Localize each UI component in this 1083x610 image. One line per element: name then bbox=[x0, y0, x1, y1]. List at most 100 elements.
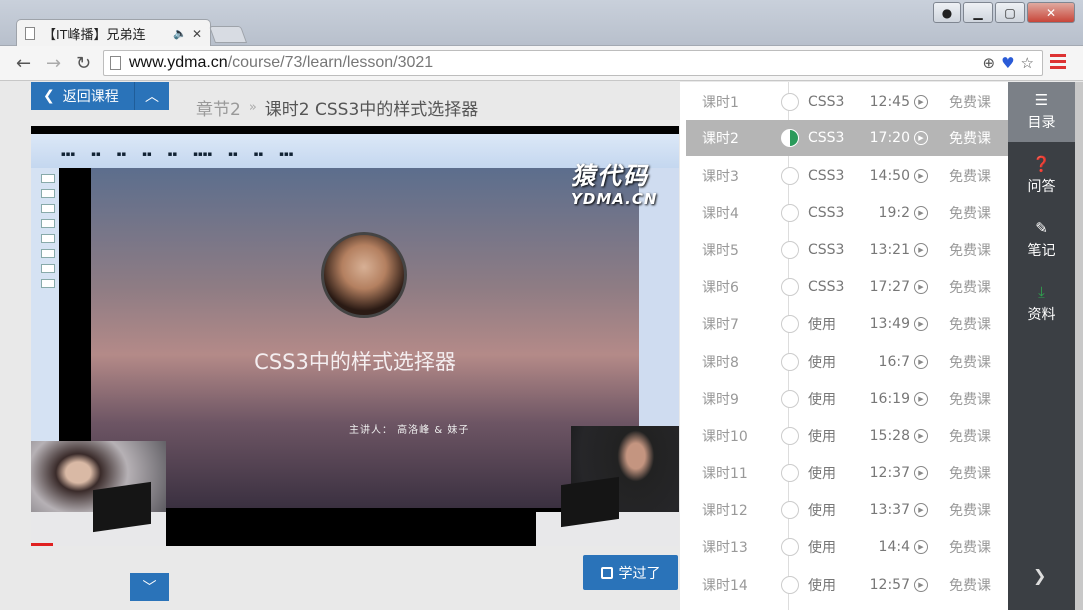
lesson-row[interactable]: 课时4 CSS3 19:2 ▶ 免费课 bbox=[686, 195, 1008, 231]
lesson-number: 课时3 bbox=[702, 169, 739, 185]
shield-icon[interactable]: ♥ bbox=[1001, 54, 1014, 72]
lesson-free-badge: 免费课 bbox=[949, 466, 991, 482]
slide-subtitle: 主讲人： 高洛峰 & 妹子 bbox=[349, 425, 470, 436]
video-progress-bar[interactable] bbox=[31, 543, 53, 546]
lesson-duration: 13:49 bbox=[869, 316, 910, 332]
side-nav-materials[interactable]: ⤓ 资料 bbox=[1008, 274, 1075, 334]
play-icon[interactable]: ▶ bbox=[914, 280, 928, 294]
lesson-row[interactable]: 课时12 使用 13:37 ▶ 免费课 bbox=[686, 492, 1008, 528]
watermark-domain: YDMA.CN bbox=[571, 190, 658, 208]
lesson-tag: CSS3 bbox=[808, 94, 845, 110]
lesson-row[interactable]: 课时10 使用 15:28 ▶ 免费课 bbox=[686, 418, 1008, 454]
lesson-duration: 16:7 bbox=[878, 354, 910, 370]
watermark-logo: 猿代码 bbox=[571, 162, 649, 190]
lesson-row[interactable]: 课时8 使用 16:7 ▶ 免费课 bbox=[686, 344, 1008, 380]
video-player[interactable]: ▪▪▪ ▪▪ ▪▪ ▪▪ ▪▪ ▪▪▪▪ ▪▪ ▪▪ ▪▪▪ 猿代码 YDMA.CN CSS3中… bbox=[31, 126, 679, 546]
close-window-button[interactable]: ✕ bbox=[1027, 2, 1075, 23]
lesson-duration: 17:27 bbox=[869, 279, 910, 295]
browser-titlebar: 【IT峰播】兄弟连 🔈 ✕ ● ▁ ▢ ✕ bbox=[0, 0, 1083, 47]
lesson-row[interactable]: 课时14 使用 12:57 ▶ 免费课 bbox=[686, 567, 1008, 603]
lesson-status-icon bbox=[781, 390, 799, 408]
side-nav-qa[interactable]: ❓ 问答 bbox=[1008, 146, 1075, 206]
side-nav-catalog[interactable]: ☰ 目录 bbox=[1008, 82, 1075, 142]
lesson-status-icon bbox=[781, 241, 799, 259]
collapse-up-button[interactable]: ︿ bbox=[134, 82, 169, 110]
play-icon[interactable]: ▶ bbox=[914, 540, 928, 554]
lesson-duration: 13:37 bbox=[869, 502, 910, 518]
minimize-button[interactable]: ▁ bbox=[963, 2, 993, 23]
back-to-course-button[interactable]: ❮ 返回课程 bbox=[31, 82, 134, 110]
chevron-right-icon[interactable]: ❯ bbox=[1033, 566, 1046, 585]
lesson-row[interactable]: 课时9 使用 16:19 ▶ 免费课 bbox=[686, 381, 1008, 417]
browser-tab[interactable]: 【IT峰播】兄弟连 🔈 ✕ bbox=[16, 19, 211, 47]
question-icon: ❓ bbox=[1032, 155, 1051, 173]
address-bar[interactable]: www.ydma.cn /course/73/learn/lesson/3021… bbox=[103, 50, 1043, 76]
play-icon[interactable]: ▶ bbox=[914, 243, 928, 257]
chevron-up-icon: ︿ bbox=[145, 89, 159, 105]
checkbox-icon bbox=[600, 566, 613, 579]
back-arrow-icon[interactable]: ← bbox=[16, 53, 31, 74]
expand-down-button[interactable]: ﹀ bbox=[130, 573, 169, 601]
lesson-number: 课时2 bbox=[702, 131, 739, 147]
play-icon[interactable]: ▶ bbox=[914, 503, 928, 517]
lesson-status-icon bbox=[781, 353, 799, 371]
lesson-tag: CSS3 bbox=[808, 205, 845, 221]
play-icon[interactable]: ▶ bbox=[914, 466, 928, 480]
page-info-icon[interactable] bbox=[110, 56, 121, 70]
lesson-free-badge: 免费课 bbox=[949, 429, 991, 445]
play-icon[interactable]: ▶ bbox=[914, 578, 928, 592]
lesson-number: 课时4 bbox=[702, 206, 739, 222]
page-scrollbar[interactable] bbox=[1075, 82, 1083, 610]
edit-icon: ✎ bbox=[1035, 219, 1048, 237]
user-icon[interactable]: ● bbox=[933, 2, 961, 23]
play-icon[interactable]: ▶ bbox=[914, 169, 928, 183]
window-controls: ● ▁ ▢ ✕ bbox=[933, 2, 1075, 23]
lesson-duration: 12:45 bbox=[869, 94, 910, 110]
download-icon: ⤓ bbox=[1038, 283, 1045, 301]
lesson-status-icon bbox=[781, 315, 799, 333]
lesson-row[interactable]: 课时13 使用 14:4 ▶ 免费课 bbox=[686, 529, 1008, 565]
laptop-left bbox=[93, 481, 151, 533]
lesson-number: 课时10 bbox=[702, 429, 748, 445]
lesson-row[interactable]: 课时5 CSS3 13:21 ▶ 免费课 bbox=[686, 232, 1008, 268]
lesson-free-badge: 免费课 bbox=[949, 95, 991, 111]
lesson-row[interactable]: 课时3 CSS3 14:50 ▶ 免费课 bbox=[686, 158, 1008, 194]
mark-learned-button[interactable]: 学过了 bbox=[583, 555, 678, 590]
breadcrumb: 章节2 » 课时2 CSS3中的样式选择器 bbox=[196, 95, 478, 120]
play-icon[interactable]: ▶ bbox=[914, 95, 928, 109]
side-nav-notes[interactable]: ✎ 笔记 bbox=[1008, 210, 1075, 270]
breadcrumb-chapter[interactable]: 章节2 bbox=[196, 95, 241, 120]
lesson-row[interactable]: 课时2 CSS3 17:20 ▶ 免费课 bbox=[686, 120, 1008, 156]
play-icon[interactable]: ▶ bbox=[914, 355, 928, 369]
play-icon[interactable]: ▶ bbox=[914, 429, 928, 443]
maximize-button[interactable]: ▢ bbox=[995, 2, 1025, 23]
play-icon[interactable]: ▶ bbox=[914, 206, 928, 220]
new-tab-button[interactable] bbox=[208, 26, 248, 43]
play-icon[interactable]: ▶ bbox=[914, 317, 928, 331]
breadcrumb-separator: » bbox=[248, 100, 257, 115]
lesson-row[interactable]: 课时6 CSS3 17:27 ▶ 免费课 bbox=[686, 269, 1008, 305]
lesson-status-icon bbox=[781, 204, 799, 222]
lesson-tag: CSS3 bbox=[808, 242, 845, 258]
play-icon[interactable]: ▶ bbox=[914, 392, 928, 406]
lesson-row[interactable]: 课时1 CSS3 12:45 ▶ 免费课 bbox=[686, 84, 1008, 120]
tab-close-icon[interactable]: ✕ bbox=[192, 27, 202, 41]
lesson-list: 课时1 CSS3 12:45 ▶ 免费课 课时2 CSS3 17:20 ▶ 免费课 课时3 CSS3 1… bbox=[680, 82, 1008, 610]
lesson-row[interactable]: 课时7 使用 13:49 ▶ 免费课 bbox=[686, 306, 1008, 342]
reload-icon[interactable]: ↻ bbox=[76, 53, 91, 74]
play-icon[interactable]: ▶ bbox=[914, 131, 928, 145]
lesson-status-icon bbox=[781, 464, 799, 482]
chevron-left-icon: ❮ bbox=[43, 88, 55, 104]
star-icon[interactable]: ☆ bbox=[1021, 54, 1034, 72]
list-icon: ☰ bbox=[1034, 91, 1049, 109]
menu-icon[interactable] bbox=[1050, 54, 1066, 72]
lesson-free-badge: 免费课 bbox=[949, 355, 991, 371]
forward-arrow-icon[interactable]: → bbox=[46, 53, 61, 74]
lesson-row[interactable]: 课时11 使用 12:37 ▶ 免费课 bbox=[686, 455, 1008, 491]
lesson-status-icon bbox=[781, 501, 799, 519]
zoom-icon[interactable]: ⊕ bbox=[983, 54, 996, 72]
speaker-icon[interactable]: 🔈 bbox=[173, 27, 187, 40]
lesson-status-icon bbox=[781, 167, 799, 185]
lesson-tag: CSS3 bbox=[808, 279, 845, 295]
lesson-free-badge: 免费课 bbox=[949, 280, 991, 296]
